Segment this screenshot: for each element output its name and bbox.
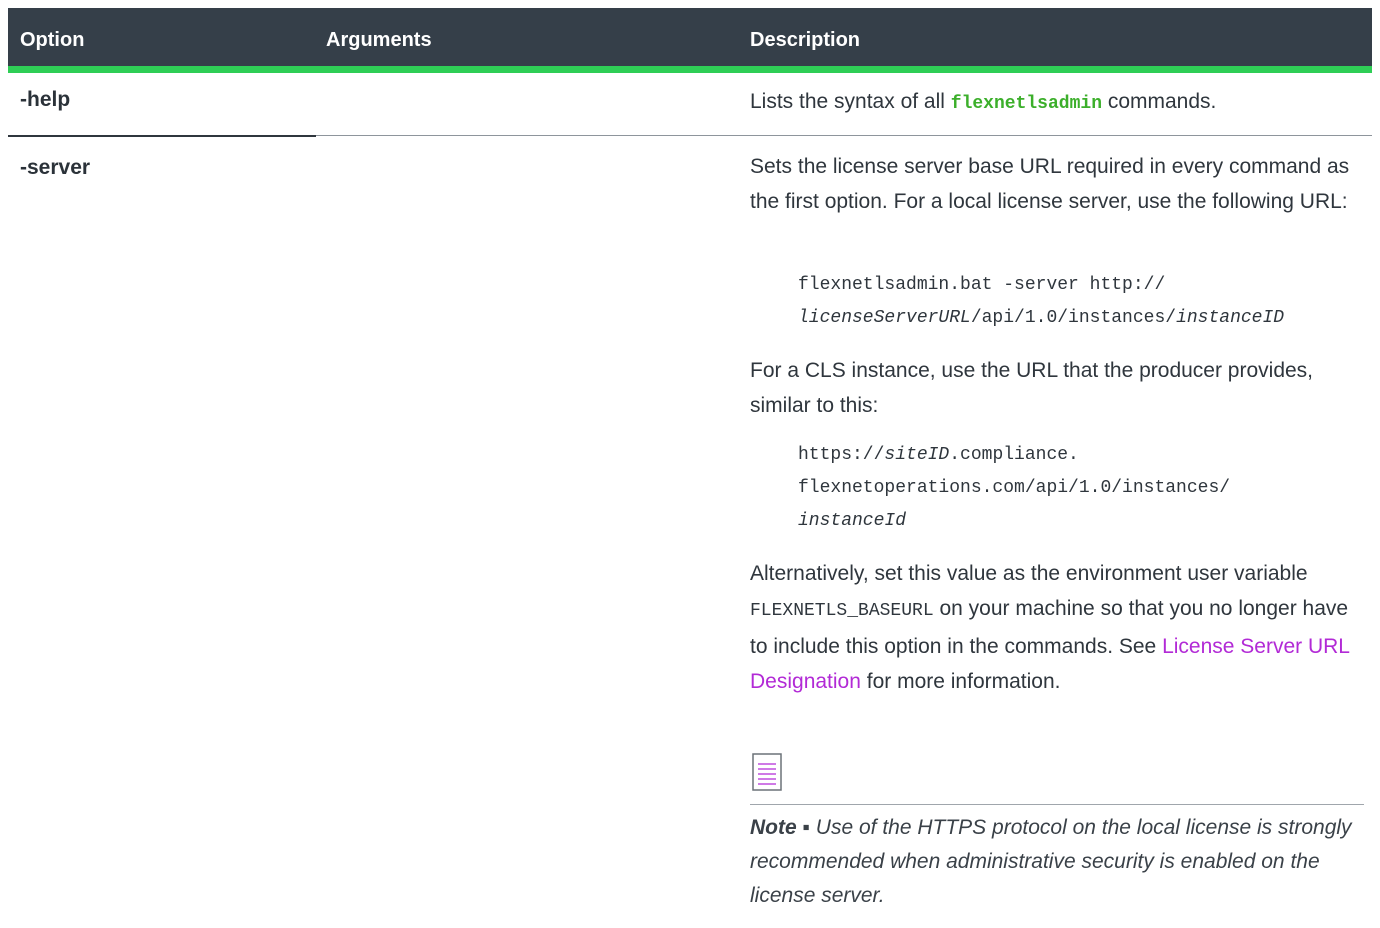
code1-instance-id: instanceID bbox=[1176, 308, 1285, 328]
option-help: -help bbox=[20, 88, 71, 111]
para3-post: for more information. bbox=[860, 670, 1061, 693]
code-block-cls-url: https://siteID.compliance. flexnetoperat… bbox=[798, 439, 1230, 538]
header-description: Description bbox=[750, 29, 861, 51]
note-page-icon bbox=[752, 753, 782, 791]
code2-line2: flexnetoperations.com/api/1.0/instances/ bbox=[798, 478, 1231, 498]
code2-line3: instanceId bbox=[798, 505, 1230, 538]
code1-line2: licenseServerURL/api/1.0/instances/insta… bbox=[798, 302, 1284, 335]
server-para-2: For a CLS instance, use the URL that the… bbox=[750, 359, 1314, 417]
row-divider-left bbox=[8, 135, 316, 137]
header-option: Option bbox=[20, 29, 85, 51]
options-table: Option Arguments Description bbox=[8, 8, 1372, 73]
help-desc-post: commands. bbox=[1102, 90, 1217, 113]
server-para-3: Alternatively, set this value as the env… bbox=[750, 556, 1360, 699]
note-body: Use of the HTTPS protocol on the local l… bbox=[750, 816, 1352, 907]
table-header: Option Arguments Description bbox=[8, 8, 1372, 73]
code2-line1: https://siteID.compliance. bbox=[798, 439, 1230, 472]
server-para-1: Sets the license server base URL require… bbox=[750, 155, 1350, 213]
code2-scheme: https:// bbox=[798, 445, 885, 465]
code-block-local-url: flexnetlsadmin.bat -server http:// licen… bbox=[798, 269, 1284, 335]
code1-license-server-url: licenseServerURL bbox=[798, 308, 971, 328]
help-desc-pre: Lists the syntax of all bbox=[750, 90, 951, 113]
option-server: -server bbox=[20, 156, 91, 179]
env-var-code: FLEXNETLS_BASEURL bbox=[750, 601, 934, 621]
note-separator: ▪ bbox=[796, 816, 816, 839]
row-divider-right bbox=[316, 135, 1372, 136]
header-arguments: Arguments bbox=[326, 29, 432, 51]
code1-path: /api/1.0/instances/ bbox=[970, 308, 1177, 328]
para3-pre: Alternatively, set this value as the env… bbox=[750, 562, 1308, 585]
note-label: Note bbox=[750, 816, 797, 839]
note-divider bbox=[750, 804, 1364, 805]
code1-line1: flexnetlsadmin.bat -server http:// bbox=[798, 275, 1166, 295]
description-help: Lists the syntax of all flexnetlsadmin c… bbox=[750, 84, 1360, 122]
code2-instance-id: instanceId bbox=[798, 511, 907, 531]
code2-site-id: siteID bbox=[884, 445, 950, 465]
inline-code-flexnetlsadmin: flexnetlsadmin bbox=[950, 94, 1102, 114]
note-text: Note ▪ Use of the HTTPS protocol on the … bbox=[750, 811, 1360, 913]
code2-domain: .compliance. bbox=[949, 445, 1079, 465]
